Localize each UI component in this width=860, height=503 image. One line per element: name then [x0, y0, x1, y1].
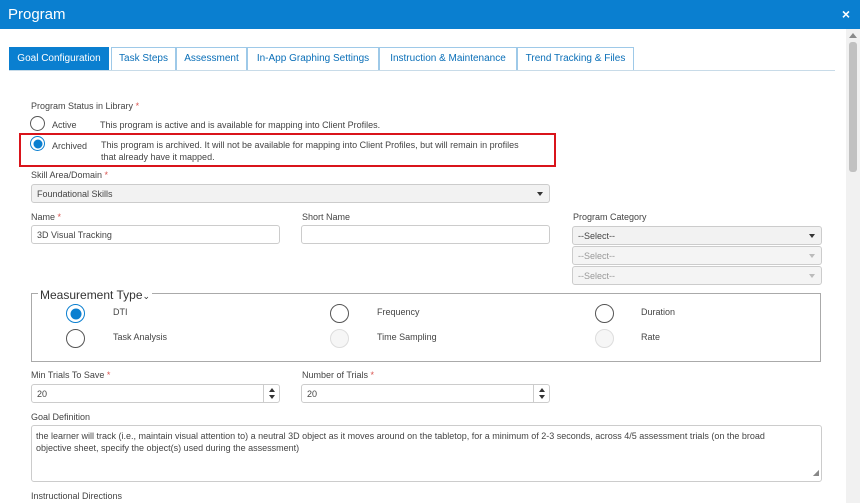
measurement-frequency-label[interactable]: Frequency	[377, 307, 420, 317]
scrollbar-thumb[interactable]	[849, 42, 857, 172]
status-archived-label[interactable]: Archived	[52, 141, 87, 151]
goal-definition-label: Goal Definition	[31, 412, 91, 422]
measurement-rate-radio	[595, 329, 614, 348]
goal-definition-line1: the learner will track (i.e., maintain v…	[36, 431, 765, 441]
tab-instruction-maintenance[interactable]: Instruction & Maintenance	[379, 47, 517, 71]
status-archived-description-line2: that already have it mapped.	[101, 152, 215, 162]
tab-assessment[interactable]: Assessment	[176, 47, 247, 71]
number-of-trials-stepper[interactable]: 20	[301, 384, 550, 403]
name-label: Name *	[31, 212, 62, 222]
program-category-select[interactable]: --Select--	[572, 226, 822, 245]
status-active-description: This program is active and is available …	[100, 120, 381, 130]
resize-grip-icon[interactable]: ◢	[813, 467, 819, 479]
caret-down-icon[interactable]	[269, 395, 275, 399]
measurement-task-analysis-radio[interactable]	[66, 329, 85, 348]
program-subcategory-2-value: --Select--	[578, 271, 616, 281]
name-input[interactable]: 3D Visual Tracking	[31, 225, 280, 244]
measurement-dti-radio[interactable]	[66, 304, 85, 323]
measurement-duration-radio[interactable]	[595, 304, 614, 323]
skill-area-value: Foundational Skills	[37, 189, 113, 199]
archived-highlight-box	[19, 133, 556, 167]
min-trials-stepper[interactable]: 20	[31, 384, 280, 403]
program-category-label: Program Category	[573, 212, 647, 222]
status-active-radio[interactable]	[30, 116, 45, 131]
chevron-down-icon	[537, 192, 543, 196]
tab-in-app-graphing-settings[interactable]: In-App Graphing Settings	[247, 47, 379, 71]
number-of-trials-label: Number of Trials *	[302, 370, 375, 380]
tab-goal-configuration[interactable]: Goal Configuration	[9, 47, 109, 71]
skill-area-label: Skill Area/Domain *	[31, 170, 109, 180]
measurement-time-sampling-radio	[330, 329, 349, 348]
program-subcategory-select-1: --Select--	[572, 246, 822, 265]
scroll-up-arrow-icon[interactable]	[849, 33, 857, 38]
measurement-rate-label: Rate	[641, 332, 661, 342]
close-icon[interactable]: ×	[842, 6, 850, 22]
program-subcategory-1-value: --Select--	[578, 251, 616, 261]
tab-divider	[9, 70, 835, 71]
measurement-type-legend[interactable]: Measurement Type⌄	[38, 288, 153, 302]
measurement-duration-label[interactable]: Duration	[641, 307, 675, 317]
min-trials-label: Min Trials To Save *	[31, 370, 111, 380]
modal-title: Program	[8, 6, 66, 23]
tab-trend-tracking-files[interactable]: Trend Tracking & Files	[517, 47, 634, 71]
vertical-scrollbar[interactable]	[846, 29, 860, 503]
status-active-label[interactable]: Active	[52, 120, 77, 130]
stepper-buttons[interactable]	[263, 385, 279, 402]
chevron-down-icon	[809, 254, 815, 258]
measurement-task-analysis-label[interactable]: Task Analysis	[113, 332, 167, 342]
measurement-type-fieldset	[31, 293, 821, 362]
goal-definition-textarea[interactable]: the learner will track (i.e., maintain v…	[31, 425, 822, 482]
short-name-input[interactable]	[301, 225, 550, 244]
status-archived-radio[interactable]	[30, 136, 45, 151]
status-archived-description-line1: This program is archived. It will not be…	[101, 140, 519, 150]
modal-titlebar: Program ×	[0, 0, 860, 29]
program-category-value: --Select--	[578, 231, 616, 241]
chevron-down-icon: ⌄	[142, 291, 151, 301]
instructional-directions-label: Instructional Directions	[31, 491, 123, 501]
measurement-dti-label[interactable]: DTI	[113, 307, 128, 317]
caret-up-icon[interactable]	[539, 388, 545, 392]
number-of-trials-value: 20	[307, 389, 318, 399]
measurement-time-sampling-label: Time Sampling	[377, 332, 437, 342]
short-name-label: Short Name	[302, 212, 351, 222]
chevron-down-icon	[809, 274, 815, 278]
skill-area-select[interactable]: Foundational Skills	[31, 184, 550, 203]
measurement-frequency-radio[interactable]	[330, 304, 349, 323]
chevron-down-icon	[809, 234, 815, 238]
stepper-buttons[interactable]	[533, 385, 549, 402]
program-status-label: Program Status in Library *	[31, 101, 140, 111]
caret-up-icon[interactable]	[269, 388, 275, 392]
tab-task-steps[interactable]: Task Steps	[111, 47, 176, 71]
caret-down-icon[interactable]	[539, 395, 545, 399]
goal-definition-line2: objective sheet, specify the object(s) u…	[36, 443, 300, 453]
min-trials-value: 20	[37, 389, 48, 399]
program-subcategory-select-2: --Select--	[572, 266, 822, 285]
